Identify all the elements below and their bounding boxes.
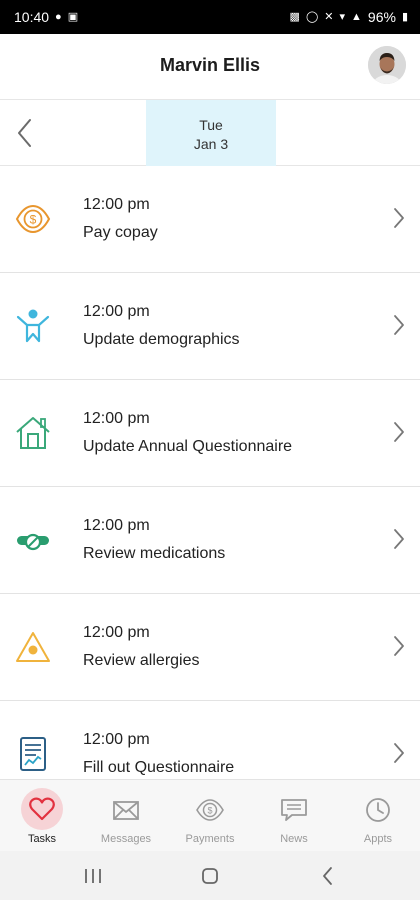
date-selector: Tue Jan 3 bbox=[0, 100, 420, 166]
home-button[interactable] bbox=[195, 863, 225, 889]
tab-label: Tasks bbox=[27, 833, 57, 845]
task-item-review-allergies[interactable]: 12:00 pm Review allergies bbox=[0, 594, 420, 701]
clock-icon bbox=[358, 790, 398, 830]
status-bar-left: 10:40 ● ▣ bbox=[14, 9, 78, 25]
task-label: Review allergies bbox=[83, 652, 200, 669]
status-bar: 10:40 ● ▣ ▩ ◯ ✕ ▾ ▲ 96% ▮ bbox=[0, 0, 420, 34]
task-item-review-medications[interactable]: 12:00 pm Review medications bbox=[0, 487, 420, 594]
wifi-icon: ▾ bbox=[339, 10, 346, 23]
chevron-right-icon bbox=[394, 315, 404, 335]
signal-icon: ▲ bbox=[351, 10, 362, 23]
copay-icon: $ bbox=[15, 204, 51, 234]
chat-bubble-icon bbox=[274, 790, 314, 830]
home-icon bbox=[202, 868, 218, 884]
envelope-icon bbox=[106, 790, 146, 830]
pills-icon bbox=[17, 533, 49, 551]
app-header: Marvin Ellis bbox=[0, 34, 420, 100]
task-label: Pay copay bbox=[83, 224, 158, 241]
task-item-update-annual-questionnaire[interactable]: 12:00 pm Update Annual Questionnaire bbox=[0, 380, 420, 487]
nfc-icon: ▩ bbox=[289, 10, 300, 23]
page-title: Marvin Ellis bbox=[159, 55, 261, 75]
system-navigation-bar bbox=[0, 851, 420, 900]
back-arrow-icon bbox=[323, 867, 332, 885]
task-list: $ 12:00 pm Pay copay 12:00 pm Update dem… bbox=[0, 166, 420, 779]
selected-day-of-week: Tue bbox=[199, 117, 223, 133]
tab-news[interactable]: News bbox=[252, 780, 336, 851]
recent-apps-button[interactable] bbox=[78, 863, 108, 889]
status-bar-right: ▩ ◯ ✕ ▾ ▲ 96% ▮ bbox=[290, 9, 408, 25]
previous-date-button[interactable] bbox=[12, 114, 40, 152]
alarm-icon: ◯ bbox=[305, 10, 319, 23]
task-time: 12:00 pm bbox=[83, 196, 150, 213]
task-label: Update Annual Questionnaire bbox=[83, 438, 293, 455]
allergy-warning-icon bbox=[16, 632, 50, 662]
tab-tasks[interactable]: Tasks bbox=[0, 780, 84, 851]
tab-payments[interactable]: $ Payments bbox=[168, 780, 252, 851]
dollar-circle-icon: $ bbox=[190, 790, 230, 830]
task-label: Update demographics bbox=[83, 331, 240, 348]
house-icon bbox=[16, 417, 50, 449]
recent-apps-icon bbox=[85, 869, 101, 883]
task-time: 12:00 pm bbox=[83, 731, 150, 748]
mute-icon: ✕ bbox=[324, 10, 334, 23]
task-item-pay-copay[interactable]: $ 12:00 pm Pay copay bbox=[0, 166, 420, 273]
system-back-button[interactable] bbox=[313, 863, 343, 889]
task-time: 12:00 pm bbox=[83, 517, 150, 534]
questionnaire-icon bbox=[20, 737, 46, 771]
tab-appts[interactable]: Appts bbox=[336, 780, 420, 851]
tab-label: Messages bbox=[100, 833, 152, 845]
avatar-image bbox=[368, 46, 406, 84]
battery-level: 96% bbox=[367, 9, 396, 25]
chevron-right-icon bbox=[394, 208, 404, 228]
task-time: 12:00 pm bbox=[83, 624, 150, 641]
tab-label: Payments bbox=[185, 833, 235, 845]
person-icon bbox=[16, 309, 50, 343]
svg-text:$: $ bbox=[30, 213, 37, 227]
battery-icon: ▮ bbox=[401, 10, 408, 23]
task-time: 12:00 pm bbox=[83, 303, 150, 320]
selected-date-label: Jan 3 bbox=[193, 136, 229, 152]
tab-label: News bbox=[280, 833, 308, 845]
tab-label: Appts bbox=[363, 833, 393, 845]
chevron-right-icon bbox=[394, 422, 404, 442]
selected-date[interactable]: Tue Jan 3 bbox=[146, 100, 276, 166]
status-time: 10:40 bbox=[14, 9, 50, 25]
task-item-update-demographics[interactable]: 12:00 pm Update demographics bbox=[0, 273, 420, 380]
chevron-right-icon bbox=[394, 529, 404, 549]
avatar[interactable] bbox=[368, 46, 406, 84]
chevron-right-icon bbox=[394, 743, 404, 763]
svg-text:$: $ bbox=[207, 806, 212, 816]
bottom-tab-bar: Tasks Messages $ Payments News Appts bbox=[0, 779, 420, 851]
task-time: 12:00 pm bbox=[83, 410, 150, 427]
task-item-fill-out-questionnaire[interactable]: 12:00 pm Fill out Questionnaire bbox=[0, 701, 420, 779]
chevron-left-icon bbox=[18, 119, 31, 147]
chevron-right-icon bbox=[394, 636, 404, 656]
notification-icon: ● bbox=[55, 10, 62, 23]
task-label: Review medications bbox=[83, 545, 226, 562]
gallery-icon: ▣ bbox=[67, 10, 79, 23]
tab-messages[interactable]: Messages bbox=[84, 780, 168, 851]
heart-icon bbox=[21, 788, 63, 830]
task-label: Fill out Questionnaire bbox=[83, 759, 235, 776]
